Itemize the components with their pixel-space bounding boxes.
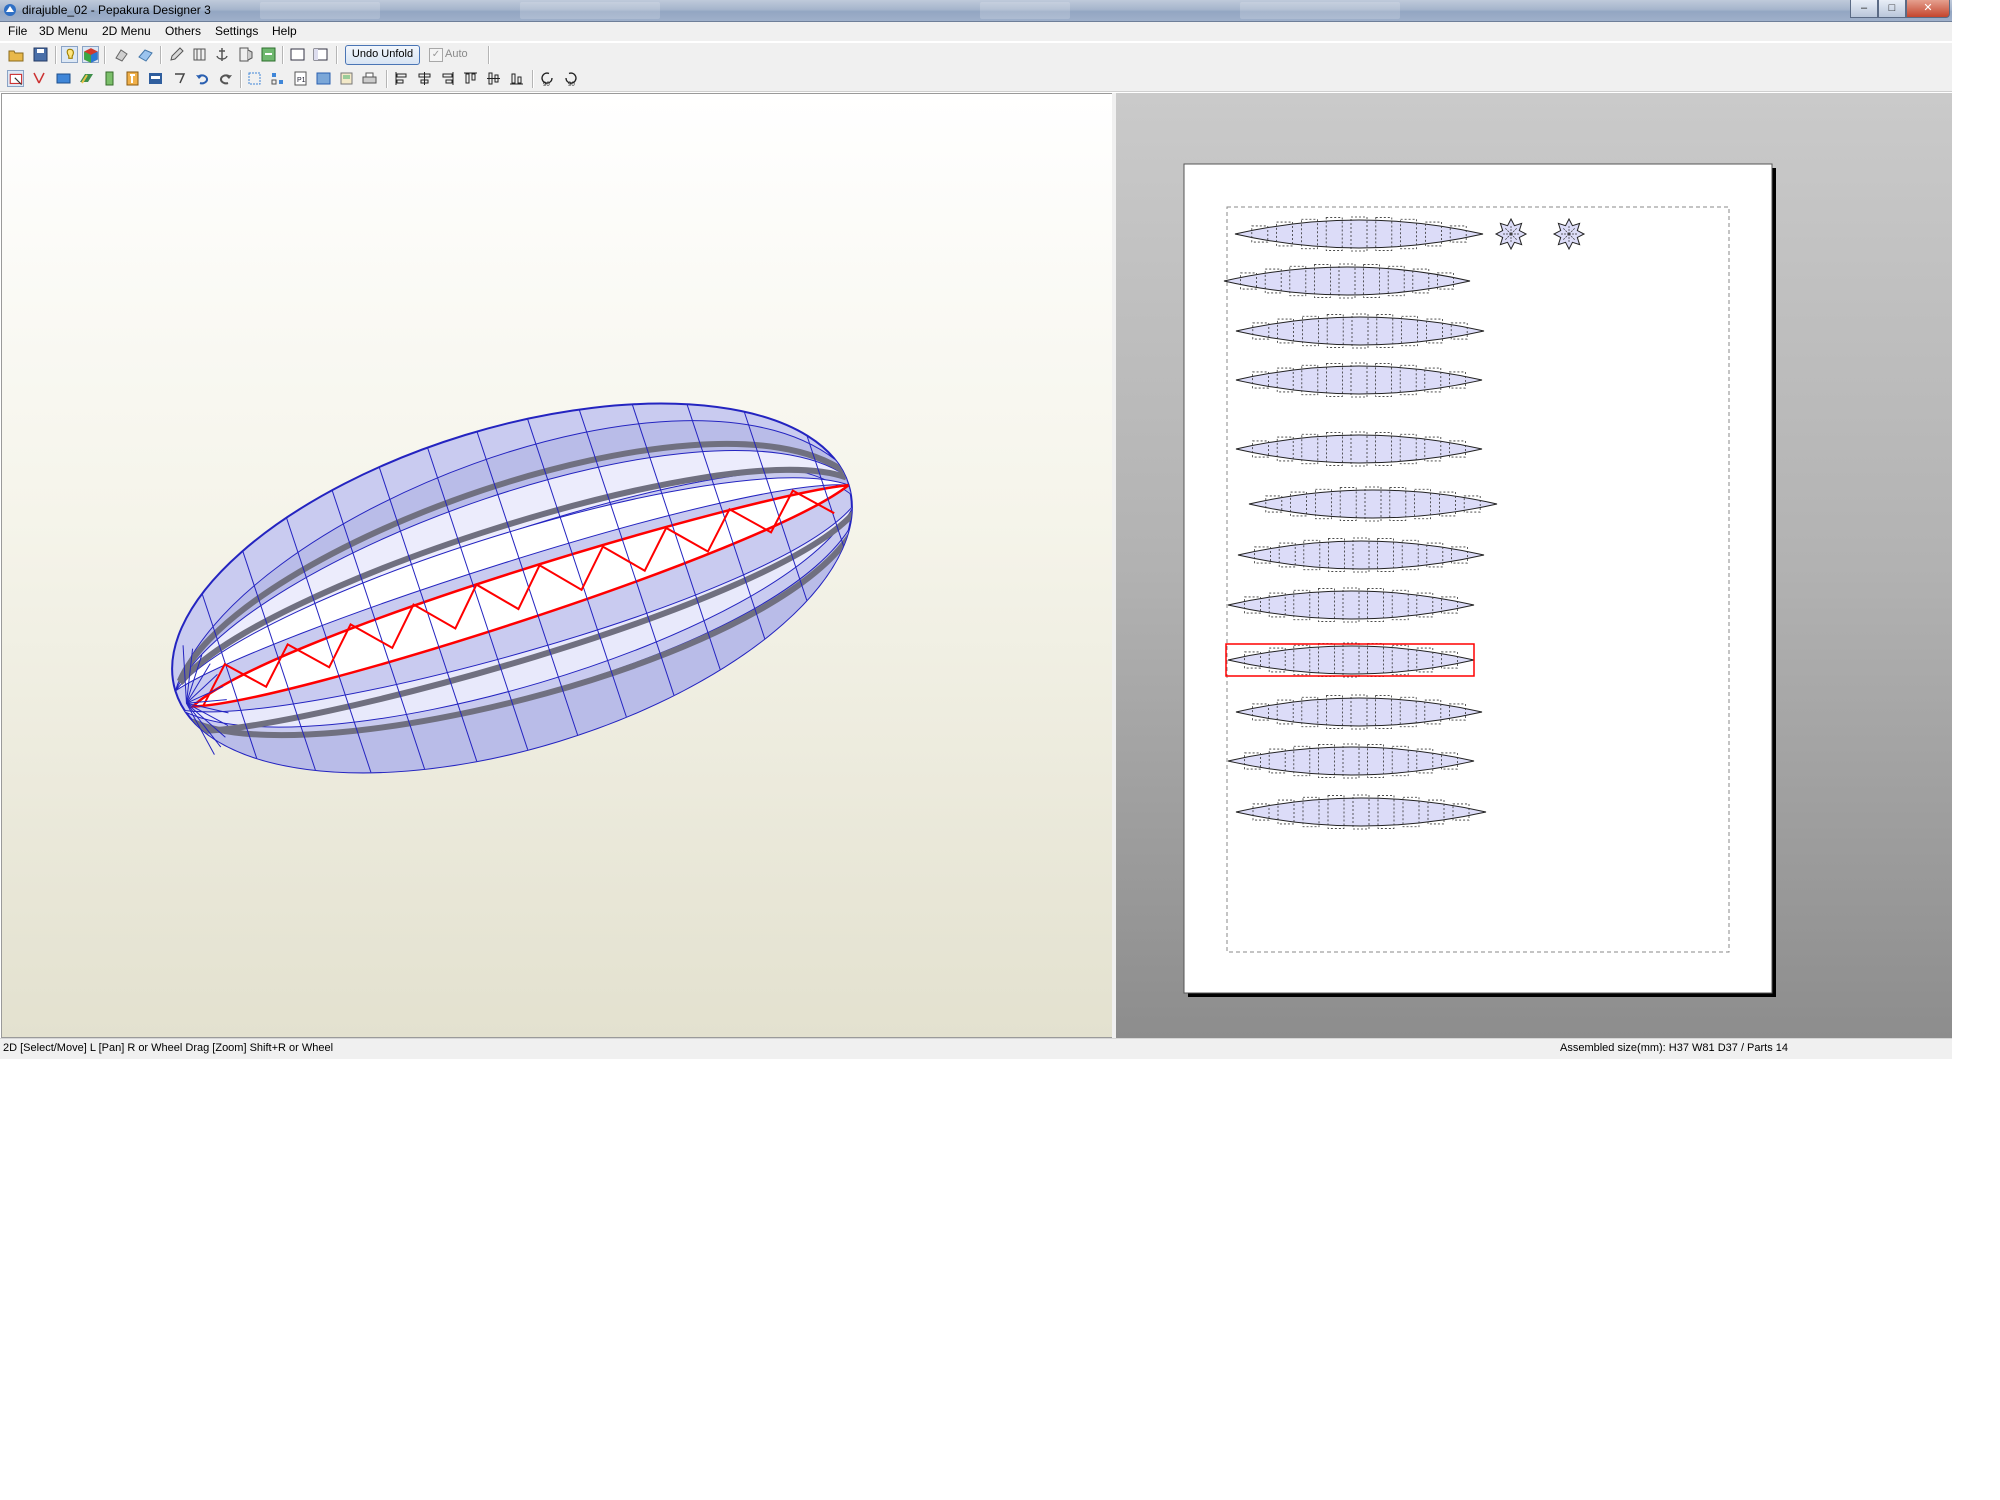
- svg-text:P1: P1: [297, 77, 306, 84]
- edit-icon[interactable]: [168, 46, 185, 63]
- menu-file[interactable]: File: [8, 24, 27, 38]
- menu-bar: File 3D Menu 2D Menu Others Settings Hel…: [0, 22, 1952, 41]
- paper-icon[interactable]: [315, 70, 332, 87]
- tab-icon[interactable]: [260, 46, 277, 63]
- join-part-icon[interactable]: [101, 70, 118, 87]
- single-view-icon[interactable]: [289, 46, 306, 63]
- align-right-icon[interactable]: [439, 70, 456, 87]
- main-toolbar: Undo Unfold ✓ Auto: [0, 43, 1952, 67]
- status-hint: 2D [Select/Move] L [Pan] R or Wheel Drag…: [3, 1042, 334, 1054]
- rotate-90-ccw-icon[interactable]: 90: [539, 70, 556, 87]
- 2d-layout-canvas[interactable]: [1116, 93, 1952, 1038]
- flaps-icon[interactable]: [237, 46, 254, 63]
- menu-help[interactable]: Help: [272, 24, 297, 38]
- image-icon[interactable]: [147, 70, 164, 87]
- auto-checkbox[interactable]: ✓: [429, 48, 443, 62]
- 3d-view[interactable]: [1, 93, 1113, 1038]
- taskbar-ghost: [520, 2, 660, 19]
- rotate-90-ccw-label: 90: [543, 82, 550, 87]
- pepakura-window: dirajuble_02 - Pepakura Designer 3 – □ ✕…: [0, 0, 1952, 1059]
- flip-icon[interactable]: [78, 70, 95, 87]
- align-left-icon[interactable]: [393, 70, 410, 87]
- align-grid-icon[interactable]: [269, 70, 286, 87]
- align-center-icon[interactable]: [416, 70, 433, 87]
- window-title: dirajuble_02 - Pepakura Designer 3: [22, 3, 211, 17]
- rotate-icon[interactable]: [55, 70, 72, 87]
- 2d-view[interactable]: [1116, 93, 1952, 1038]
- align-top-icon[interactable]: [462, 70, 479, 87]
- nose-cap-part[interactable]: [1552, 217, 1586, 251]
- menu-others[interactable]: Others: [165, 24, 201, 38]
- maximize-button[interactable]: □: [1878, 0, 1906, 18]
- title-bar: dirajuble_02 - Pepakura Designer 3 – □ ✕: [0, 0, 1952, 22]
- assembled-size: Assembled size(mm): H37 W81 D37 / Parts …: [1560, 1042, 1789, 1054]
- undo-icon[interactable]: [194, 70, 211, 87]
- textures-icon[interactable]: [82, 46, 99, 63]
- cut-icon[interactable]: [31, 70, 48, 87]
- properties-icon[interactable]: [338, 70, 355, 87]
- anchor-icon[interactable]: [214, 46, 231, 63]
- edit-toolbar: P1 90 90: [0, 67, 1952, 92]
- align-bottom-icon[interactable]: [508, 70, 525, 87]
- close-button[interactable]: ✕: [1906, 0, 1950, 18]
- taskbar-ghost: [1240, 2, 1400, 19]
- auto-label: Auto: [445, 48, 468, 60]
- page-setup-icon[interactable]: P1: [292, 70, 309, 87]
- menu-2d[interactable]: 2D Menu: [102, 24, 151, 38]
- status-bar: 2D [Select/Move] L [Pan] R or Wheel Drag…: [0, 1038, 1952, 1059]
- dual-view-icon[interactable]: [312, 46, 329, 63]
- taskbar-ghost: [260, 2, 380, 19]
- open-icon[interactable]: [8, 46, 25, 63]
- align-middle-icon[interactable]: [485, 70, 502, 87]
- show-edges-icon[interactable]: [61, 46, 78, 63]
- 3d-model-canvas[interactable]: [2, 94, 1112, 1037]
- menu-3d[interactable]: 3D Menu: [39, 24, 88, 38]
- text-icon[interactable]: [171, 70, 188, 87]
- zoom-fit-icon[interactable]: [246, 70, 263, 87]
- rotate-90-cw-icon[interactable]: 90: [562, 70, 579, 87]
- nose-cap-part[interactable]: [1494, 217, 1528, 251]
- redo-icon[interactable]: [217, 70, 234, 87]
- join-icon[interactable]: [191, 46, 208, 63]
- rotate-90-cw-label: 90: [568, 82, 575, 87]
- minimize-button[interactable]: –: [1850, 0, 1878, 18]
- select-move-icon[interactable]: [7, 70, 24, 87]
- unfold-icon[interactable]: [113, 46, 130, 63]
- dirigible-model: [171, 332, 896, 844]
- menu-settings[interactable]: Settings: [215, 24, 258, 38]
- pepakura-app-icon: [4, 4, 16, 16]
- print-icon[interactable]: [361, 70, 378, 87]
- tab-toggle-icon[interactable]: [124, 70, 141, 87]
- taskbar-ghost: [980, 2, 1070, 19]
- save-icon[interactable]: [32, 46, 49, 63]
- undo-unfold-button[interactable]: Undo Unfold: [345, 45, 420, 65]
- print-icon[interactable]: [137, 46, 154, 63]
